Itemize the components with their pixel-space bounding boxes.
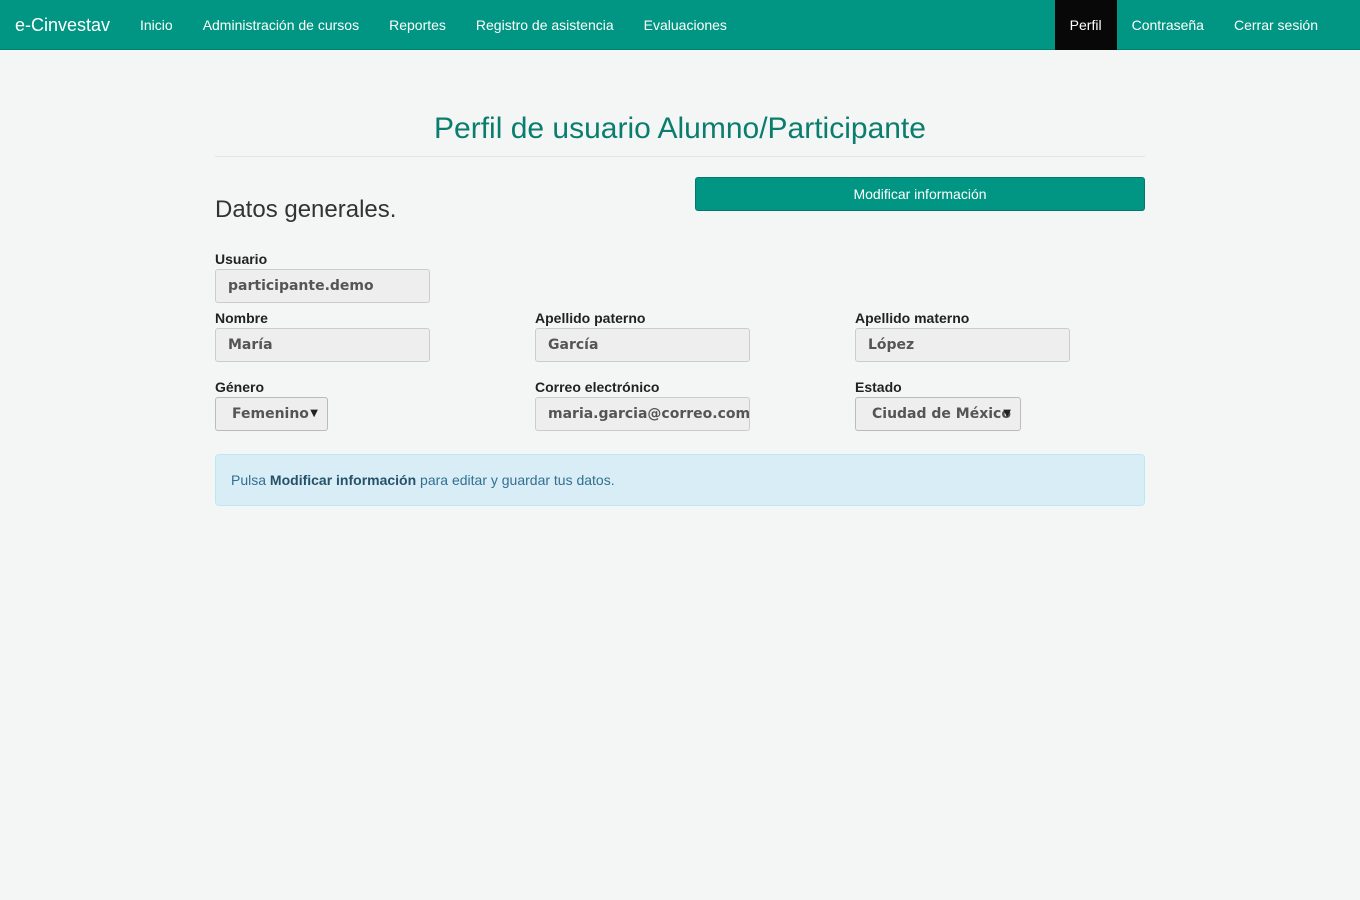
nombre-field[interactable]: María [215, 328, 430, 362]
apellido-paterno-label: Apellido paterno [535, 310, 646, 326]
genero-selected-value: Femenino [232, 406, 309, 422]
chevron-down-icon: ▼ [310, 408, 318, 419]
nav-item-contrasena[interactable]: Contraseña [1117, 0, 1219, 50]
chevron-down-icon: ▼ [1003, 408, 1011, 419]
estado-select[interactable]: Ciudad de México ▼ [855, 397, 1021, 431]
genero-select[interactable]: Femenino ▼ [215, 397, 328, 431]
info-alert: Pulsa Modificar información para editar … [215, 454, 1145, 506]
brand-logo[interactable]: e-Cinvestav [15, 0, 110, 50]
nombre-label: Nombre [215, 310, 268, 326]
alert-suffix: para editar y guardar tus datos. [416, 472, 615, 488]
nav-item-inicio[interactable]: Inicio [125, 0, 188, 50]
correo-label: Correo electrónico [535, 379, 660, 395]
title-divider [215, 156, 1145, 157]
nav-item-registro-asistencia[interactable]: Registro de asistencia [461, 0, 629, 50]
nav-item-cerrar-sesion[interactable]: Cerrar sesión [1219, 0, 1333, 50]
nav-left: Inicio Administración de cursos Reportes… [125, 0, 742, 50]
nav-right: Perfil Contraseña Cerrar sesión [1054, 0, 1333, 50]
nav-item-perfil[interactable]: Perfil [1054, 0, 1117, 50]
apellido-materno-label: Apellido materno [855, 310, 970, 326]
section-heading: Datos generales. [215, 196, 397, 223]
apellido-materno-field[interactable]: López [855, 328, 1070, 362]
estado-label: Estado [855, 379, 902, 395]
alert-emphasis: Modificar información [269, 472, 417, 488]
usuario-field[interactable]: participante.demo [215, 269, 430, 303]
modify-info-button[interactable]: Modificar información [695, 177, 1145, 211]
usuario-label: Usuario [215, 251, 268, 267]
nav-item-evaluaciones[interactable]: Evaluaciones [629, 0, 742, 50]
nav-item-reportes[interactable]: Reportes [374, 0, 461, 50]
genero-label: Género [215, 379, 265, 395]
alert-prefix: Pulsa [231, 472, 270, 488]
correo-field[interactable]: maria.garcia@correo.com [535, 397, 750, 431]
top-navbar: e-Cinvestav Inicio Administración de cur… [0, 0, 1360, 50]
page-title: Perfil de usuario Alumno/Participante [434, 112, 926, 145]
nav-item-administracion-cursos[interactable]: Administración de cursos [188, 0, 374, 50]
apellido-paterno-field[interactable]: García [535, 328, 750, 362]
estado-selected-value: Ciudad de México [872, 406, 1011, 422]
